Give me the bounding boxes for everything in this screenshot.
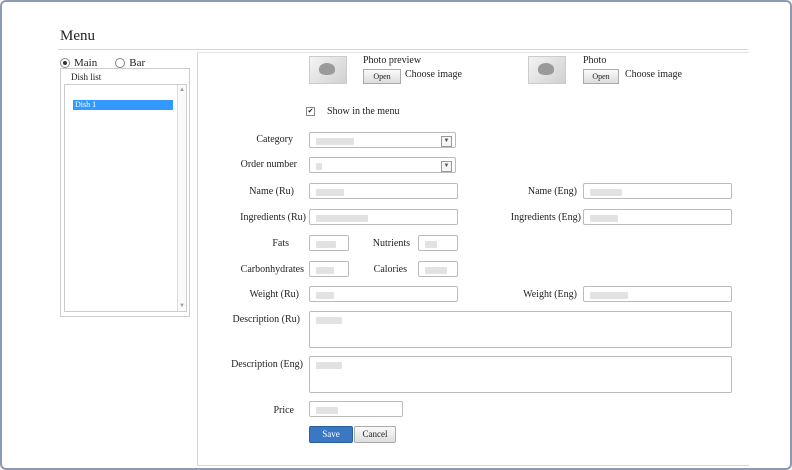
description-eng-label: Description (Eng) (231, 359, 303, 370)
calories-input[interactable] (418, 261, 458, 277)
price-label: Price (273, 405, 294, 416)
ingredients-eng-input[interactable] (583, 209, 732, 225)
dish-list-panel: Dish list Dish 1 ▲ ▼ (60, 68, 190, 317)
name-ru-input[interactable] (309, 183, 458, 199)
scroll-down-icon[interactable]: ▼ (179, 303, 185, 309)
description-eng-textarea[interactable] (309, 356, 732, 393)
photo-preview-image (309, 56, 347, 84)
carbohydrates-input[interactable] (309, 261, 349, 277)
photo-label: Photo (583, 55, 607, 66)
price-input[interactable] (309, 401, 403, 417)
weight-ru-input[interactable] (309, 286, 458, 302)
order-number-label: Order number (240, 159, 297, 170)
category-label: Category (256, 134, 293, 145)
choose-photo-image-label[interactable]: Choose image (625, 69, 682, 80)
dish-form: Photo preview Open Choose image Photo Op… (197, 52, 749, 466)
nutrients-input[interactable] (418, 235, 458, 251)
show-in-menu-label: Show in the menu (327, 106, 400, 117)
cancel-button[interactable]: Cancel (354, 426, 396, 443)
save-button[interactable]: Save (309, 426, 353, 443)
order-number-select[interactable]: ▼ (309, 157, 456, 173)
scroll-up-icon[interactable]: ▲ (179, 87, 185, 93)
photo-preview-label: Photo preview (363, 55, 422, 66)
dish-list-scrollbar[interactable]: ▲ ▼ (177, 85, 186, 311)
category-select[interactable]: ▼ (309, 132, 456, 148)
radio-main[interactable] (60, 58, 70, 68)
fats-label: Fats (272, 238, 289, 249)
fats-input[interactable] (309, 235, 349, 251)
weight-eng-label: Weight (Eng) (523, 289, 577, 300)
nutrients-label: Nutrients (372, 238, 410, 249)
weight-ru-label: Weight (Ru) (249, 289, 299, 300)
open-photo-button[interactable]: Open (583, 69, 619, 84)
description-ru-label: Description (Ru) (232, 314, 301, 325)
ingredients-ru-label: Ingredients (Ru) (240, 212, 306, 223)
page-title: Menu (60, 28, 95, 44)
radio-bar[interactable] (115, 58, 126, 68)
carbohydrates-label: Carbonhydrates (240, 264, 304, 275)
choose-preview-image-label[interactable]: Choose image (405, 69, 462, 80)
name-eng-label: Name (Eng) (527, 186, 577, 197)
chevron-down-icon[interactable]: ▼ (441, 161, 452, 172)
show-in-menu-checkbox[interactable]: ✔ (306, 107, 315, 116)
name-eng-input[interactable] (583, 183, 732, 199)
left-panel: Main Bar Dish list Dish 1 ▲ ▼ (58, 52, 190, 466)
dish-list[interactable]: Dish 1 ▲ ▼ (64, 84, 187, 312)
description-ru-textarea[interactable] (309, 311, 732, 348)
dish-list-caption: Dish list (71, 72, 102, 82)
photo-image (528, 56, 566, 84)
ingredients-ru-input[interactable] (309, 209, 458, 225)
list-item-dish[interactable]: Dish 1 (73, 100, 173, 110)
weight-eng-input[interactable] (583, 286, 732, 302)
divider (58, 49, 748, 50)
name-ru-label: Name (Ru) (249, 186, 294, 197)
open-preview-button[interactable]: Open (363, 69, 401, 84)
ingredients-eng-label: Ingredients (Eng) (510, 212, 581, 223)
calories-label: Calories (373, 264, 407, 275)
chevron-down-icon[interactable]: ▼ (441, 136, 452, 147)
window-frame: Menu Main Bar Dish list Dish 1 ▲ ▼ Photo… (0, 0, 792, 470)
